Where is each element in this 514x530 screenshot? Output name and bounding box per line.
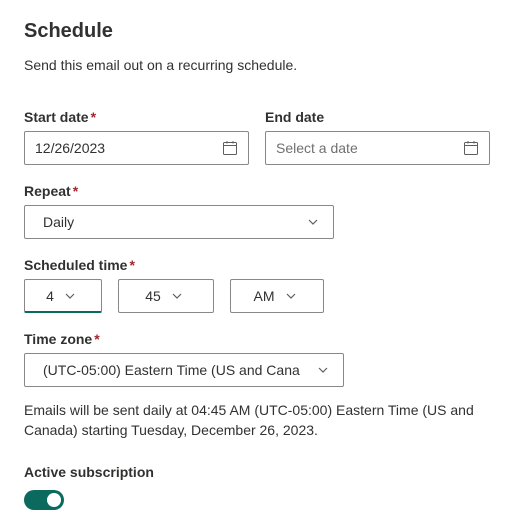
chevron-down-icon xyxy=(64,290,76,302)
ampm-select[interactable]: AM xyxy=(230,279,324,313)
chevron-down-icon xyxy=(307,216,319,228)
subscription-label: Active subscription xyxy=(24,464,490,480)
end-date-label: End date xyxy=(265,109,490,125)
chevron-down-icon xyxy=(317,364,329,376)
start-date-label: Start date* xyxy=(24,109,249,125)
repeat-label: Repeat* xyxy=(24,183,490,199)
subscription-toggle[interactable] xyxy=(24,490,64,510)
scheduled-time-label: Scheduled time* xyxy=(24,257,490,273)
start-date-input[interactable]: 12/26/2023 xyxy=(24,131,249,165)
page-title: Schedule xyxy=(24,20,490,43)
schedule-summary: Emails will be sent daily at 04:45 AM (U… xyxy=(24,401,490,440)
minute-select[interactable]: 45 xyxy=(118,279,214,313)
calendar-icon xyxy=(222,140,238,156)
chevron-down-icon xyxy=(171,290,183,302)
calendar-icon xyxy=(463,140,479,156)
timezone-label: Time zone* xyxy=(24,331,490,347)
timezone-select[interactable]: (UTC-05:00) Eastern Time (US and Cana xyxy=(24,353,344,387)
repeat-select[interactable]: Daily xyxy=(24,205,334,239)
page-subtitle: Send this email out on a recurring sched… xyxy=(24,57,490,73)
chevron-down-icon xyxy=(285,290,297,302)
end-date-input[interactable]: Select a date xyxy=(265,131,490,165)
toggle-knob xyxy=(47,493,61,507)
hour-select[interactable]: 4 xyxy=(24,279,102,313)
